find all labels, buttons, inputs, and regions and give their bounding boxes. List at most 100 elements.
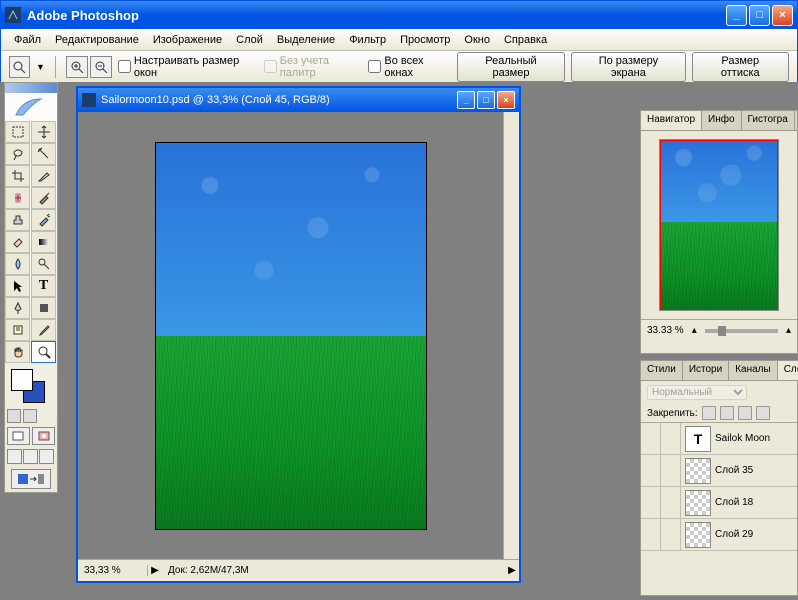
layer-link-cell[interactable] xyxy=(661,519,681,550)
menu-image[interactable]: Изображение xyxy=(146,32,229,48)
layer-link-cell[interactable] xyxy=(661,487,681,518)
layer-name[interactable]: Слой 18 xyxy=(715,497,797,508)
layer-visibility-icon[interactable] xyxy=(641,423,661,454)
maximize-button[interactable]: □ xyxy=(749,5,770,26)
menu-filter[interactable]: Фильтр xyxy=(342,32,393,48)
layer-row[interactable]: T Sailok Moon xyxy=(641,423,797,455)
blur-tool[interactable] xyxy=(5,253,30,275)
layer-link-cell[interactable] xyxy=(661,423,681,454)
lock-transparency-icon[interactable] xyxy=(702,406,716,420)
toolbox-grip[interactable] xyxy=(5,83,57,93)
lock-position-icon[interactable] xyxy=(738,406,752,420)
layer-row[interactable]: Слой 29 xyxy=(641,519,797,551)
canvas-area[interactable] xyxy=(78,112,503,559)
tool-dropdown-icon[interactable]: ▼ xyxy=(36,62,45,72)
canvas[interactable] xyxy=(155,142,427,530)
resize-windows-checkbox[interactable]: Настраивать размер окон xyxy=(118,55,258,79)
screen-mode-standard[interactable] xyxy=(7,449,22,464)
document-titlebar[interactable]: Sailormoon10.psd @ 33,3% (Слой 45, RGB/8… xyxy=(78,88,519,112)
tab-styles[interactable]: Стили xyxy=(641,361,683,380)
layer-name[interactable]: Слой 29 xyxy=(715,529,797,540)
pen-tool[interactable] xyxy=(5,297,30,319)
menu-file[interactable]: Файл xyxy=(7,32,48,48)
brush-tool[interactable] xyxy=(31,187,56,209)
layer-thumbnail[interactable] xyxy=(685,522,711,548)
navigator-zoom-in-icon[interactable]: ▴ xyxy=(786,325,791,336)
stamp-tool[interactable] xyxy=(5,209,30,231)
path-select-tool[interactable] xyxy=(5,275,30,297)
move-tool[interactable] xyxy=(31,121,56,143)
doc-close-button[interactable]: × xyxy=(497,91,515,109)
standard-mode-icon[interactable] xyxy=(7,427,30,445)
statusbar-arrow-icon[interactable]: ▶ xyxy=(505,565,519,576)
vertical-scrollbar[interactable] xyxy=(503,112,519,559)
dodge-tool[interactable] xyxy=(31,253,56,275)
screen-mode-full[interactable] xyxy=(39,449,54,464)
eyedropper-tool[interactable] xyxy=(31,319,56,341)
menu-edit[interactable]: Редактирование xyxy=(48,32,146,48)
tab-navigator[interactable]: Навигатор xyxy=(641,111,702,130)
layer-thumbnail[interactable] xyxy=(685,458,711,484)
layer-thumbnail[interactable]: T xyxy=(685,426,711,452)
all-windows-checkbox[interactable]: Во всех окнах xyxy=(368,55,450,79)
crop-tool[interactable] xyxy=(5,165,30,187)
marquee-tool[interactable] xyxy=(5,121,30,143)
close-button[interactable]: × xyxy=(772,5,793,26)
gradient-tool[interactable] xyxy=(31,231,56,253)
blend-mode-select[interactable]: Нормальный xyxy=(647,385,747,400)
notes-tool[interactable] xyxy=(5,319,30,341)
navigator-zoom-out-icon[interactable]: ▴ xyxy=(692,325,697,336)
statusbar-menu-icon[interactable]: ▶ xyxy=(148,565,162,576)
layer-visibility-icon[interactable] xyxy=(641,455,661,486)
zoom-tool[interactable] xyxy=(31,341,56,363)
navigator-zoom-slider[interactable] xyxy=(705,329,778,333)
layer-row[interactable]: Слой 18 xyxy=(641,487,797,519)
layer-row[interactable]: Слой 35 xyxy=(641,455,797,487)
quickmask-mode-icon[interactable] xyxy=(32,427,55,445)
eraser-tool[interactable] xyxy=(5,231,30,253)
wand-tool[interactable] xyxy=(31,143,56,165)
shape-tool[interactable] xyxy=(31,297,56,319)
default-colors-icon[interactable] xyxy=(7,409,21,423)
lock-all-icon[interactable] xyxy=(756,406,770,420)
swap-colors-icon[interactable] xyxy=(23,409,37,423)
menu-layer[interactable]: Слой xyxy=(229,32,270,48)
layer-link-cell[interactable] xyxy=(661,455,681,486)
history-brush-tool[interactable] xyxy=(31,209,56,231)
foreground-color[interactable] xyxy=(11,369,33,391)
zoom-out-icon[interactable] xyxy=(90,56,112,78)
navigator-view-box[interactable] xyxy=(660,140,778,310)
minimize-button[interactable]: _ xyxy=(726,5,747,26)
current-tool-indicator[interactable] xyxy=(9,56,30,78)
zoom-field[interactable]: 33,33 % xyxy=(78,565,148,576)
menu-help[interactable]: Справка xyxy=(497,32,554,48)
color-swatches[interactable] xyxy=(9,367,53,403)
tab-history[interactable]: Истори xyxy=(683,361,729,380)
menu-select[interactable]: Выделение xyxy=(270,32,342,48)
menu-view[interactable]: Просмотр xyxy=(393,32,457,48)
layer-visibility-icon[interactable] xyxy=(641,519,661,550)
layer-name[interactable]: Слой 35 xyxy=(715,465,797,476)
layer-thumbnail[interactable] xyxy=(685,490,711,516)
doc-maximize-button[interactable]: □ xyxy=(477,91,495,109)
hand-tool[interactable] xyxy=(5,341,30,363)
type-tool[interactable]: T xyxy=(31,275,56,297)
menu-window[interactable]: Окно xyxy=(457,32,497,48)
print-size-button[interactable]: Размер оттиска xyxy=(692,52,789,82)
layer-name[interactable]: Sailok Moon xyxy=(715,433,797,444)
tab-info[interactable]: Инфо xyxy=(702,111,742,130)
lasso-tool[interactable] xyxy=(5,143,30,165)
healing-tool[interactable] xyxy=(5,187,30,209)
doc-minimize-button[interactable]: _ xyxy=(457,91,475,109)
tab-histogram[interactable]: Гистогра xyxy=(742,111,795,130)
layer-visibility-icon[interactable] xyxy=(641,487,661,518)
slice-tool[interactable] xyxy=(31,165,56,187)
jump-to-imageready[interactable] xyxy=(11,469,51,489)
screen-mode-full-menubar[interactable] xyxy=(23,449,38,464)
zoom-in-icon[interactable] xyxy=(66,56,88,78)
tab-layers[interactable]: Слои xyxy=(778,361,798,380)
actual-size-button[interactable]: Реальный размер xyxy=(457,52,566,82)
navigator-preview[interactable] xyxy=(659,139,779,311)
fit-screen-button[interactable]: По размеру экрана xyxy=(571,52,685,82)
tab-channels[interactable]: Каналы xyxy=(729,361,778,380)
